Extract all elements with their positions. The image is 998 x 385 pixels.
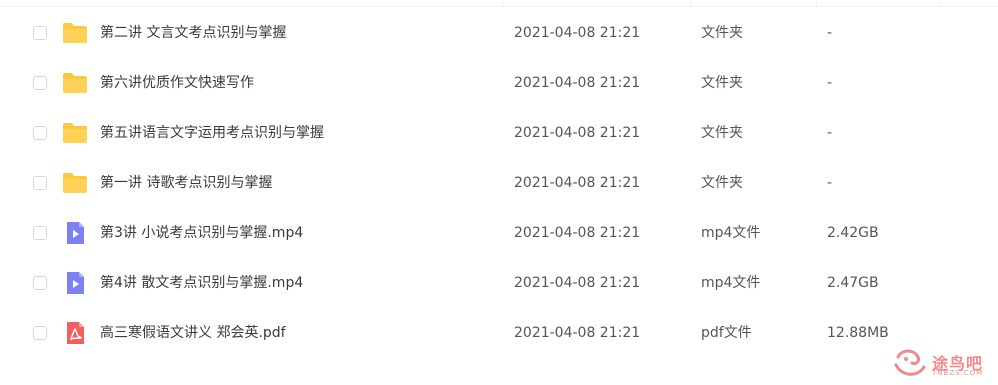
file-type: 文件夹 — [701, 75, 743, 91]
watermark-logo-icon — [894, 349, 926, 376]
file-row[interactable]: 第一讲 诗歌考点识别与掌握 2021-04-08 21:21 文件夹 - — [0, 158, 998, 208]
file-modified-date: 2021-04-08 21:21 — [514, 25, 641, 41]
file-size: - — [827, 175, 833, 191]
file-row[interactable]: 第五讲语言文字运用考点识别与掌握 2021-04-08 21:21 文件夹 - — [0, 108, 998, 158]
row-checkbox[interactable] — [33, 176, 47, 190]
file-type: mp4文件 — [701, 225, 761, 241]
file-name[interactable]: 第4讲 散文考点识别与掌握.mp4 — [100, 273, 303, 293]
pdf-file-icon — [62, 321, 88, 345]
file-type: 文件夹 — [701, 125, 743, 141]
file-modified-date: 2021-04-08 21:21 — [514, 275, 641, 291]
header-divider — [0, 0, 998, 7]
file-name[interactable]: 第二讲 文言文考点识别与掌握 — [100, 23, 286, 43]
file-size: 12.88MB — [827, 325, 889, 341]
file-type: pdf文件 — [701, 325, 752, 341]
folder-icon — [62, 21, 88, 45]
file-rows: 第二讲 文言文考点识别与掌握 2021-04-08 21:21 文件夹 - 第六讲优质作… — [0, 8, 998, 358]
file-modified-date: 2021-04-08 21:21 — [514, 75, 641, 91]
file-name[interactable]: 第五讲语言文字运用考点识别与掌握 — [100, 123, 324, 143]
row-checkbox[interactable] — [33, 126, 47, 140]
video-file-icon — [62, 271, 88, 295]
folder-icon — [62, 171, 88, 195]
file-size: 2.47GB — [827, 275, 879, 291]
column-separator — [502, 0, 503, 6]
file-modified-date: 2021-04-08 21:21 — [514, 175, 641, 191]
file-size: - — [827, 75, 833, 91]
row-checkbox[interactable] — [33, 326, 47, 340]
folder-icon — [62, 71, 88, 95]
column-separator — [940, 0, 941, 6]
file-size: 2.42GB — [827, 225, 879, 241]
row-checkbox[interactable] — [33, 226, 47, 240]
file-row[interactable]: 第4讲 散文考点识别与掌握.mp4 2021-04-08 21:21 mp4文件 2.… — [0, 258, 998, 308]
column-separator — [816, 0, 817, 6]
file-size: - — [827, 25, 833, 41]
site-watermark: 途鸟吧 TNBZS.COM — [892, 347, 992, 381]
file-name[interactable]: 高三寒假语文讲义 郑会英.pdf — [100, 323, 286, 343]
file-list: 第二讲 文言文考点识别与掌握 2021-04-08 21:21 文件夹 - 第六讲优质作… — [0, 0, 998, 385]
file-row[interactable]: 第3讲 小说考点识别与掌握.mp4 2021-04-08 21:21 mp4文件 2.… — [0, 208, 998, 258]
row-checkbox[interactable] — [33, 76, 47, 90]
row-checkbox[interactable] — [33, 26, 47, 40]
file-name[interactable]: 第一讲 诗歌考点识别与掌握 — [100, 173, 272, 193]
file-type: 文件夹 — [701, 25, 743, 41]
file-name[interactable]: 第3讲 小说考点识别与掌握.mp4 — [100, 223, 303, 243]
file-size: - — [827, 125, 833, 141]
file-name[interactable]: 第六讲优质作文快速写作 — [100, 73, 254, 93]
file-type: 文件夹 — [701, 175, 743, 191]
row-checkbox[interactable] — [33, 276, 47, 290]
file-type: mp4文件 — [701, 275, 761, 291]
column-separator — [690, 0, 691, 6]
file-modified-date: 2021-04-08 21:21 — [514, 325, 641, 341]
file-row[interactable]: 第二讲 文言文考点识别与掌握 2021-04-08 21:21 文件夹 - — [0, 8, 998, 58]
file-modified-date: 2021-04-08 21:21 — [514, 225, 641, 241]
watermark-subtext: TNBZS.COM — [932, 369, 984, 377]
file-row[interactable]: 第六讲优质作文快速写作 2021-04-08 21:21 文件夹 - — [0, 58, 998, 108]
video-file-icon — [62, 221, 88, 245]
file-row[interactable]: 高三寒假语文讲义 郑会英.pdf 2021-04-08 21:21 pdf文件 12.… — [0, 308, 998, 358]
folder-icon — [62, 121, 88, 145]
file-modified-date: 2021-04-08 21:21 — [514, 125, 641, 141]
